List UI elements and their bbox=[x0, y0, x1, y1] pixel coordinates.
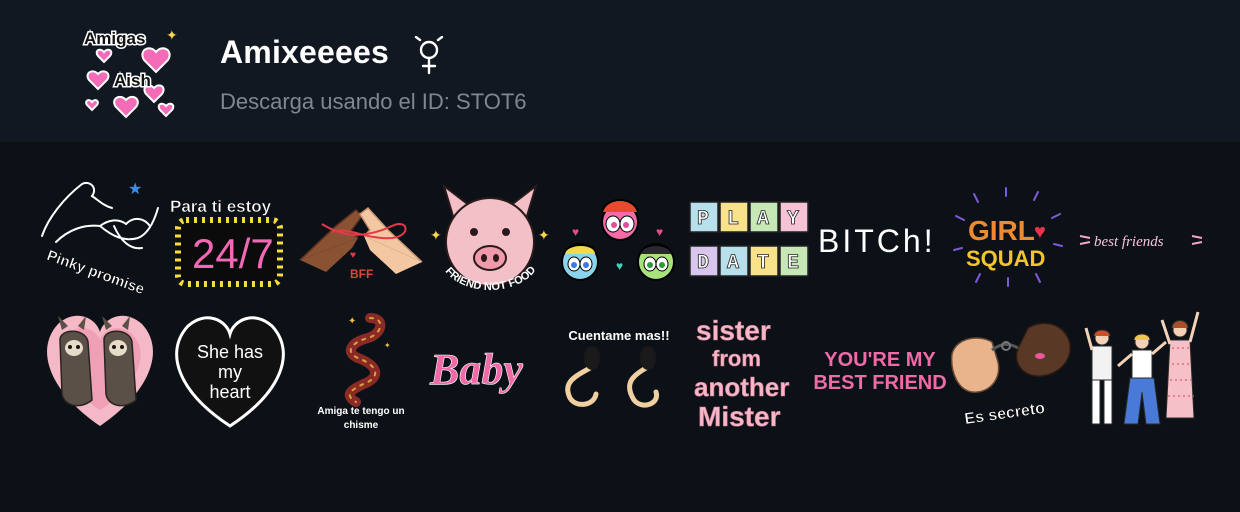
svg-text:✦: ✦ bbox=[384, 341, 391, 350]
sticker-text: BEST FRIEND bbox=[813, 372, 946, 394]
sticker-text: my bbox=[218, 362, 242, 382]
svg-text:♥: ♥ bbox=[656, 225, 663, 239]
sticker-letter: P bbox=[697, 208, 709, 231]
sticker-text: from bbox=[712, 346, 761, 371]
pack-id-subtitle: Descarga usando el ID: STOT6 bbox=[220, 89, 527, 114]
sticker-play-date[interactable]: P L A Y D A T E bbox=[688, 200, 812, 282]
sticker-bitch[interactable]: BITCh! bbox=[818, 216, 944, 266]
sticker-youre-my-best-friend[interactable]: YOU'RE MY BEST FRIEND bbox=[813, 344, 946, 396]
sticker-letter: A bbox=[757, 208, 769, 231]
sticker-letter: D bbox=[697, 252, 709, 275]
sticker-text: BFF bbox=[350, 267, 373, 281]
sticker-letter: Y bbox=[787, 208, 799, 231]
svg-text:♥: ♥ bbox=[350, 250, 356, 261]
sticker-es-secreto[interactable]: Es secreto bbox=[948, 314, 1074, 428]
sticker-powerpuff-girls[interactable]: ♥ ♥ ♥ bbox=[556, 192, 686, 288]
pack-icon-text-1: Amigas bbox=[84, 29, 145, 48]
sticker-text: BITCh! bbox=[818, 223, 936, 259]
sticker-letter: A bbox=[727, 252, 739, 275]
sticker-text: Pinky promise bbox=[45, 247, 147, 298]
svg-text:✦: ✦ bbox=[166, 27, 178, 43]
pack-icon-text-2: Aish bbox=[114, 71, 151, 90]
sticker-text: sister bbox=[696, 315, 771, 346]
sticker-text: Amiga te tengo un bbox=[317, 406, 404, 417]
sticker-three-girls[interactable] bbox=[1084, 308, 1200, 432]
sticker-she-has-my-heart[interactable]: She has my heart bbox=[168, 312, 292, 430]
sticker-cuentame-mas[interactable]: Cuentame mas!! bbox=[556, 322, 682, 418]
female-gender-icon bbox=[412, 35, 446, 76]
sticker-text: GIRL bbox=[968, 215, 1035, 246]
sticker-pig[interactable]: ✦ ✦ FRIEND NOT FOOD bbox=[428, 180, 552, 304]
sticker-text: Es secreto bbox=[963, 400, 1046, 428]
sticker-bff-hands[interactable]: ♥ BFF bbox=[296, 196, 426, 286]
sticker-text: chisme bbox=[344, 420, 379, 431]
svg-text:★: ★ bbox=[128, 181, 142, 198]
pack-header: Amigas Aish ✦ Amixeeees Descarga usando … bbox=[0, 0, 1240, 142]
sticker-text: heart bbox=[209, 382, 250, 402]
sticker-baby[interactable]: Baby bbox=[428, 340, 554, 400]
sticker-pinky-promise[interactable]: ★ Pinky promise bbox=[38, 178, 164, 302]
sticker-text: YOU'RE MY bbox=[824, 349, 936, 371]
sticker-letter: L bbox=[727, 208, 739, 231]
sticker-best-friends[interactable]: best friends bbox=[1079, 226, 1203, 256]
sticker-text: Mister bbox=[698, 401, 781, 432]
svg-text:♥: ♥ bbox=[1034, 221, 1046, 243]
sticker-text: Cuentame mas!! bbox=[568, 328, 669, 343]
sticker-text: Para ti estoy bbox=[170, 197, 272, 216]
svg-text:✦: ✦ bbox=[538, 227, 550, 243]
svg-text:♥: ♥ bbox=[572, 225, 579, 239]
sticker-letter: E bbox=[787, 252, 799, 275]
sticker-text: best friends bbox=[1094, 234, 1164, 250]
sticker-letter: T bbox=[757, 252, 769, 275]
sticker-sister-mister[interactable]: sister from another Mister bbox=[692, 315, 812, 434]
sticker-text: another bbox=[694, 372, 789, 402]
sticker-text-247: 24/7 bbox=[192, 230, 274, 277]
pack-icon: Amigas Aish ✦ bbox=[76, 22, 188, 122]
svg-text:✦: ✦ bbox=[348, 316, 356, 327]
sticker-text: Baby bbox=[429, 345, 523, 394]
sticker-girl-squad[interactable]: GIRL ♥ SQUAD bbox=[950, 186, 1070, 290]
svg-text:✦: ✦ bbox=[430, 227, 442, 243]
pack-title: Amixeeees bbox=[220, 34, 390, 70]
sticker-sloths-heart[interactable] bbox=[40, 310, 160, 430]
sticker-text: SQUAD bbox=[966, 246, 1045, 271]
svg-text:♥: ♥ bbox=[616, 259, 623, 273]
sticker-text: She has bbox=[197, 342, 263, 362]
sticker-snake[interactable]: ✦ ✦ Amiga te tengo un chisme bbox=[306, 308, 416, 432]
sticker-para-ti-estoy[interactable]: Para ti estoy 24/7 bbox=[168, 192, 292, 288]
